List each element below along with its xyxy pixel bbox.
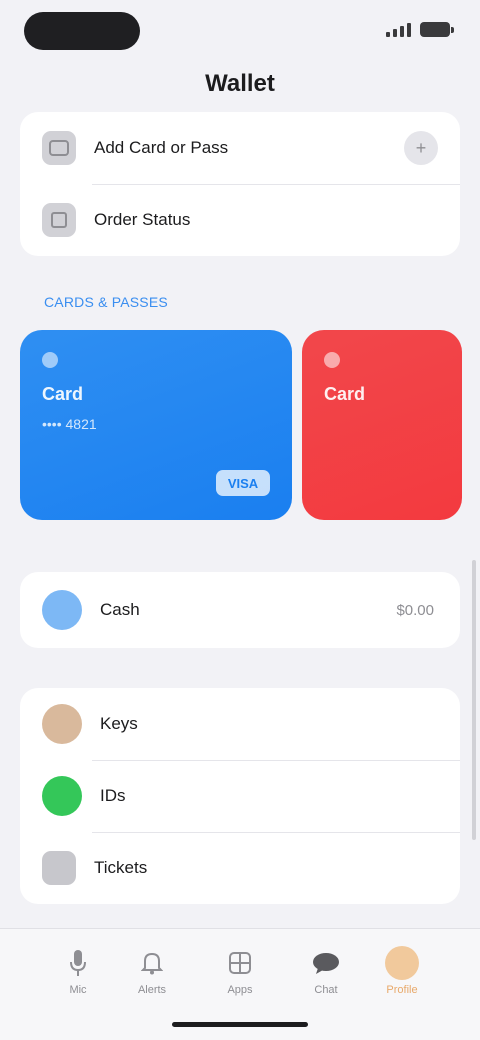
signal-icon <box>386 22 412 37</box>
battery-icon <box>420 22 454 37</box>
add-card-row[interactable]: Add Card or Pass + <box>20 112 460 184</box>
mic-icon <box>61 946 95 980</box>
home-indicator[interactable] <box>172 1022 308 1027</box>
tab-label: Chat <box>314 984 338 996</box>
bottom-group: Keys IDs Tickets <box>20 688 460 904</box>
scrollbar[interactable] <box>472 560 476 840</box>
ids-row[interactable]: IDs <box>20 760 460 832</box>
order-status-row[interactable]: Order Status <box>20 184 460 256</box>
balance-group: Cash $0.00 <box>20 572 460 648</box>
cash-row[interactable]: Cash $0.00 <box>20 572 460 648</box>
tickets-label: Tickets <box>94 858 148 877</box>
grid-icon <box>223 946 257 980</box>
blue-card[interactable]: Card •••• 4821 VISA <box>20 330 292 520</box>
ids-label: IDs <box>100 786 126 805</box>
tab-chat[interactable]: Chat <box>296 946 356 996</box>
card-network-badge: VISA <box>216 470 270 496</box>
page-title: Wallet <box>205 70 275 97</box>
card-number: •••• 4821 <box>42 416 97 432</box>
top-group: Add Card or Pass + Order Status <box>20 112 460 256</box>
tab-label: Alerts <box>137 984 167 996</box>
tab-label: Mic <box>69 984 87 996</box>
cash-label: Cash <box>100 600 140 619</box>
tab-profile[interactable]: Profile <box>372 946 432 996</box>
bell-icon <box>135 946 169 980</box>
plus-card-icon <box>42 131 76 165</box>
tab-label: Profile <box>386 984 418 996</box>
card-logo-icon <box>42 352 58 368</box>
order-status-label: Order Status <box>94 210 191 229</box>
card-name: Card <box>324 384 366 404</box>
add-button[interactable]: + <box>404 131 438 165</box>
cash-value: $0.00 <box>396 601 434 619</box>
profile-icon-wrap <box>385 946 419 980</box>
avatar <box>385 946 419 980</box>
cash-icon <box>42 590 82 630</box>
red-card[interactable]: Card <box>302 330 462 520</box>
tab-label: Apps <box>227 984 253 996</box>
tab-mic[interactable]: Mic <box>48 946 108 996</box>
wallet-screen: Wallet Add Card or Pass + Order Status C… <box>0 0 480 1040</box>
card-logo-icon <box>324 352 340 368</box>
status-bar <box>0 0 480 62</box>
ticket-icon <box>42 851 76 885</box>
chat-icon <box>309 946 343 980</box>
card-name: Card <box>42 384 84 404</box>
tab-bar-divider <box>0 928 480 929</box>
status-icons <box>386 22 454 37</box>
keys-row[interactable]: Keys <box>20 688 460 760</box>
order-box-icon <box>42 203 76 237</box>
key-icon <box>42 704 82 744</box>
add-card-label: Add Card or Pass <box>94 138 229 157</box>
keys-label: Keys <box>100 714 138 733</box>
tickets-row[interactable]: Tickets <box>20 832 460 904</box>
id-icon <box>42 776 82 816</box>
tab-apps[interactable]: Apps <box>210 946 270 996</box>
tab-alerts[interactable]: Alerts <box>122 946 182 996</box>
section-header: CARDS & PASSES <box>44 294 168 310</box>
dynamic-island <box>24 12 140 50</box>
